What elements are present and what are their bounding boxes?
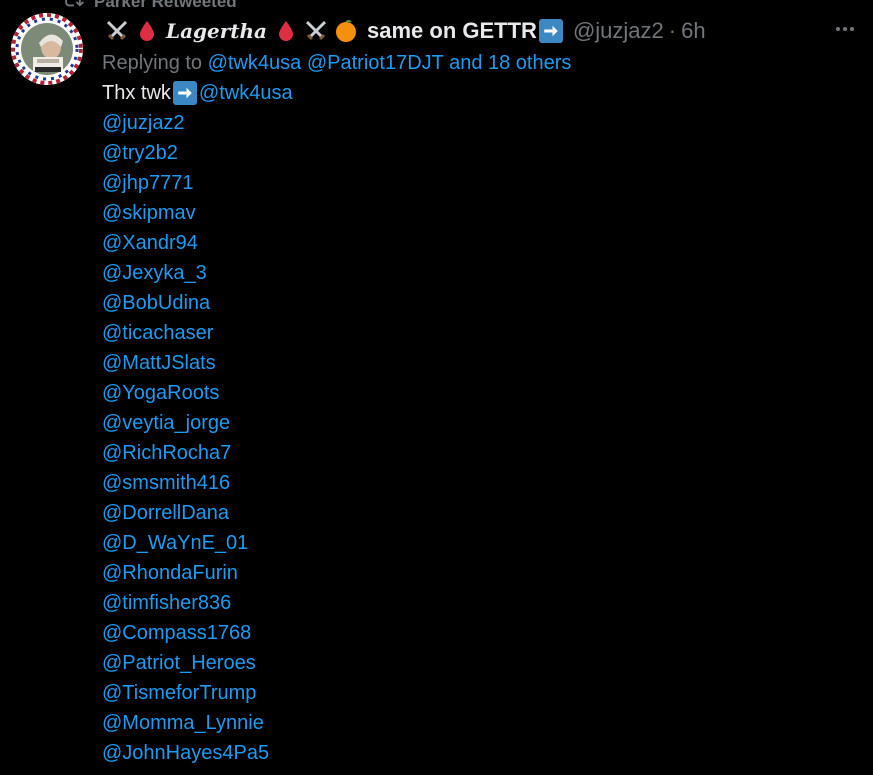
mention-link[interactable]: @Xandr94 [102, 228, 862, 258]
separator-dot: · [668, 18, 677, 43]
tweet-first-line: Thx twk @twk4usa [102, 78, 862, 108]
more-icon [833, 17, 857, 46]
mention-link[interactable]: @jhp7771 [102, 168, 862, 198]
tweet[interactable]: Lagertha same on GETTR @juzjaz2 · 6h Rep… [102, 14, 862, 768]
author-name-text: same on GETTR [367, 18, 537, 43]
retweet-indicator: Parker Retweeted [62, 0, 237, 15]
right-arrow-icon [172, 81, 197, 105]
mention-link[interactable]: @D_WaYnE_01 [102, 528, 862, 558]
tangerine-icon [333, 18, 359, 44]
mention-link[interactable]: @try2b2 [102, 138, 862, 168]
crossed-swords-icon [104, 18, 130, 44]
mention-link[interactable]: @timfisher836 [102, 588, 862, 618]
replying-to: Replying to @twk4usa @Patriot17DJT and 1… [102, 48, 862, 78]
mention-link[interactable]: @Patriot_Heroes [102, 648, 862, 678]
tweet-mention[interactable]: @twk4usa [199, 78, 293, 108]
mention-list: @juzjaz2 @try2b2 @jhp7771 @skipmav @Xandr94 @… [102, 108, 862, 768]
mention-link[interactable]: @Jexyka_3 [102, 258, 862, 288]
retweet-text[interactable]: Parker Retweeted [94, 0, 237, 12]
reply-mention[interactable]: @Patriot17DJT [307, 52, 444, 74]
mention-link[interactable]: @RichRocha7 [102, 438, 862, 468]
replying-prefix: Replying to [102, 52, 203, 74]
mention-link[interactable]: @skipmav [102, 198, 862, 228]
mention-link[interactable]: @veytia_jorge [102, 408, 862, 438]
mention-link[interactable]: @juzjaz2 [102, 108, 862, 138]
tweet-timestamp[interactable]: 6h [681, 18, 705, 44]
author-name-stylized: Lagertha [166, 19, 268, 43]
mention-link[interactable]: @DorrellDana [102, 498, 862, 528]
reply-others-link[interactable]: and 18 others [449, 52, 571, 74]
mention-link[interactable]: @RhondaFurin [102, 558, 862, 588]
mention-link[interactable]: @Compass1768 [102, 618, 862, 648]
right-arrow-icon [538, 19, 563, 43]
mention-link[interactable]: @smsmith416 [102, 468, 862, 498]
reply-mention[interactable]: @twk4usa [208, 52, 302, 74]
mention-link[interactable]: @ticachaser [102, 318, 862, 348]
drop-of-blood-icon [273, 18, 299, 44]
author-handle[interactable]: @juzjaz2 [573, 18, 664, 44]
more-options-button[interactable] [828, 18, 862, 44]
mention-link[interactable]: @YogaRoots [102, 378, 862, 408]
crossed-swords-icon [303, 18, 329, 44]
tweet-header: Lagertha same on GETTR @juzjaz2 · 6h [102, 14, 862, 48]
drop-of-blood-icon [134, 18, 160, 44]
mention-link[interactable]: @JohnHayes4Pa5 [102, 738, 862, 768]
avatar[interactable] [11, 13, 83, 85]
mention-link[interactable]: @TismeforTrump [102, 678, 862, 708]
mention-link[interactable]: @BobUdina [102, 288, 862, 318]
tweet-text: Thx twk @twk4usa @juzjaz2 @try2b2 @jhp7771… [102, 78, 862, 768]
mention-link[interactable]: @MattJSlats [102, 348, 862, 378]
author-display-name[interactable]: Lagertha same on GETTR [102, 18, 565, 44]
mention-link[interactable]: @Momma_Lynnie [102, 708, 862, 738]
retweet-icon [62, 0, 84, 15]
tweet-text-start: Thx twk [102, 82, 171, 104]
